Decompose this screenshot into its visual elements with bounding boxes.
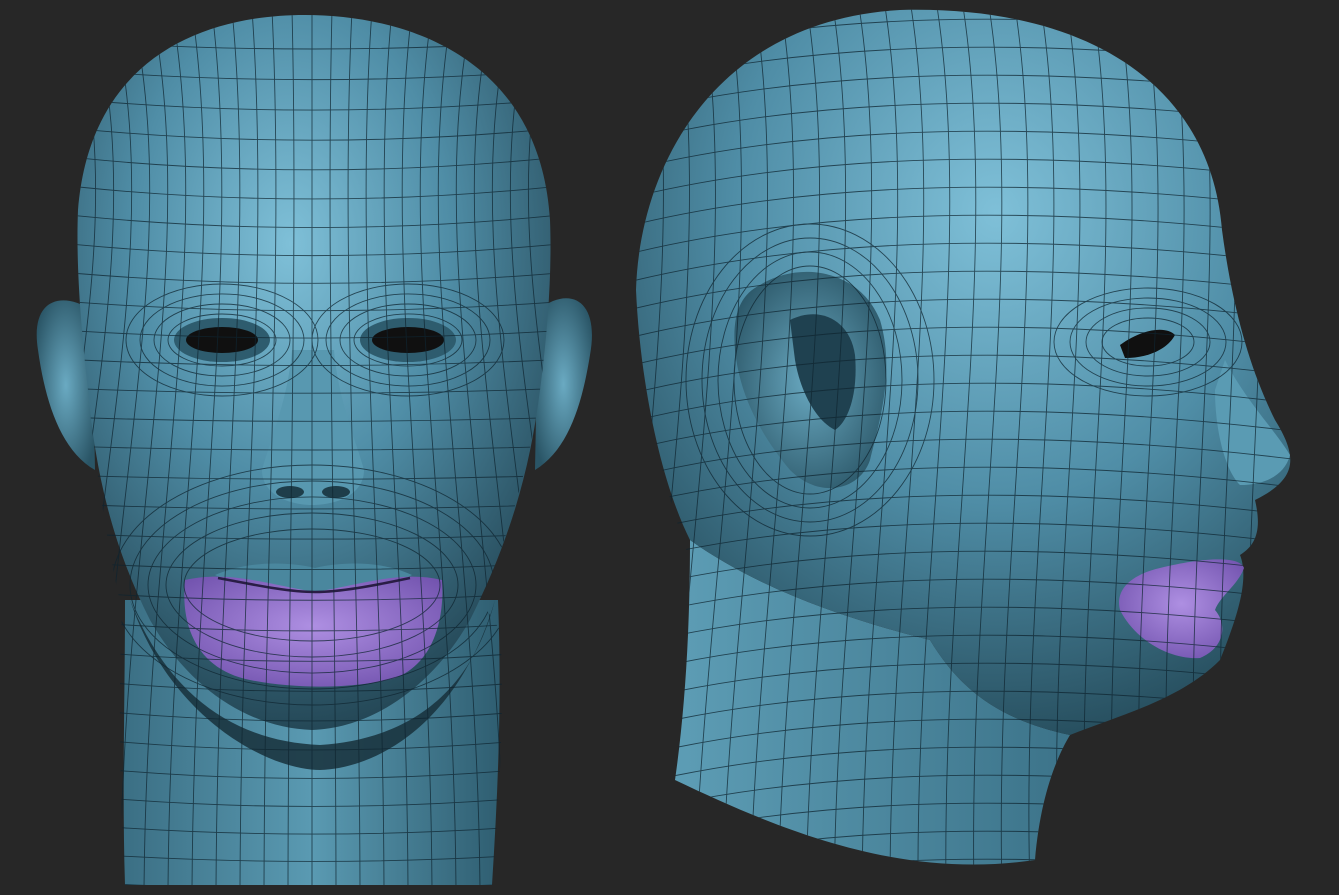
- left-eye-hole: [186, 327, 258, 353]
- right-eye-hole: [372, 327, 444, 353]
- sculpt-render: [0, 0, 1339, 895]
- viewport: [0, 0, 1339, 895]
- nostril-left: [276, 486, 304, 498]
- nostril-right: [322, 486, 350, 498]
